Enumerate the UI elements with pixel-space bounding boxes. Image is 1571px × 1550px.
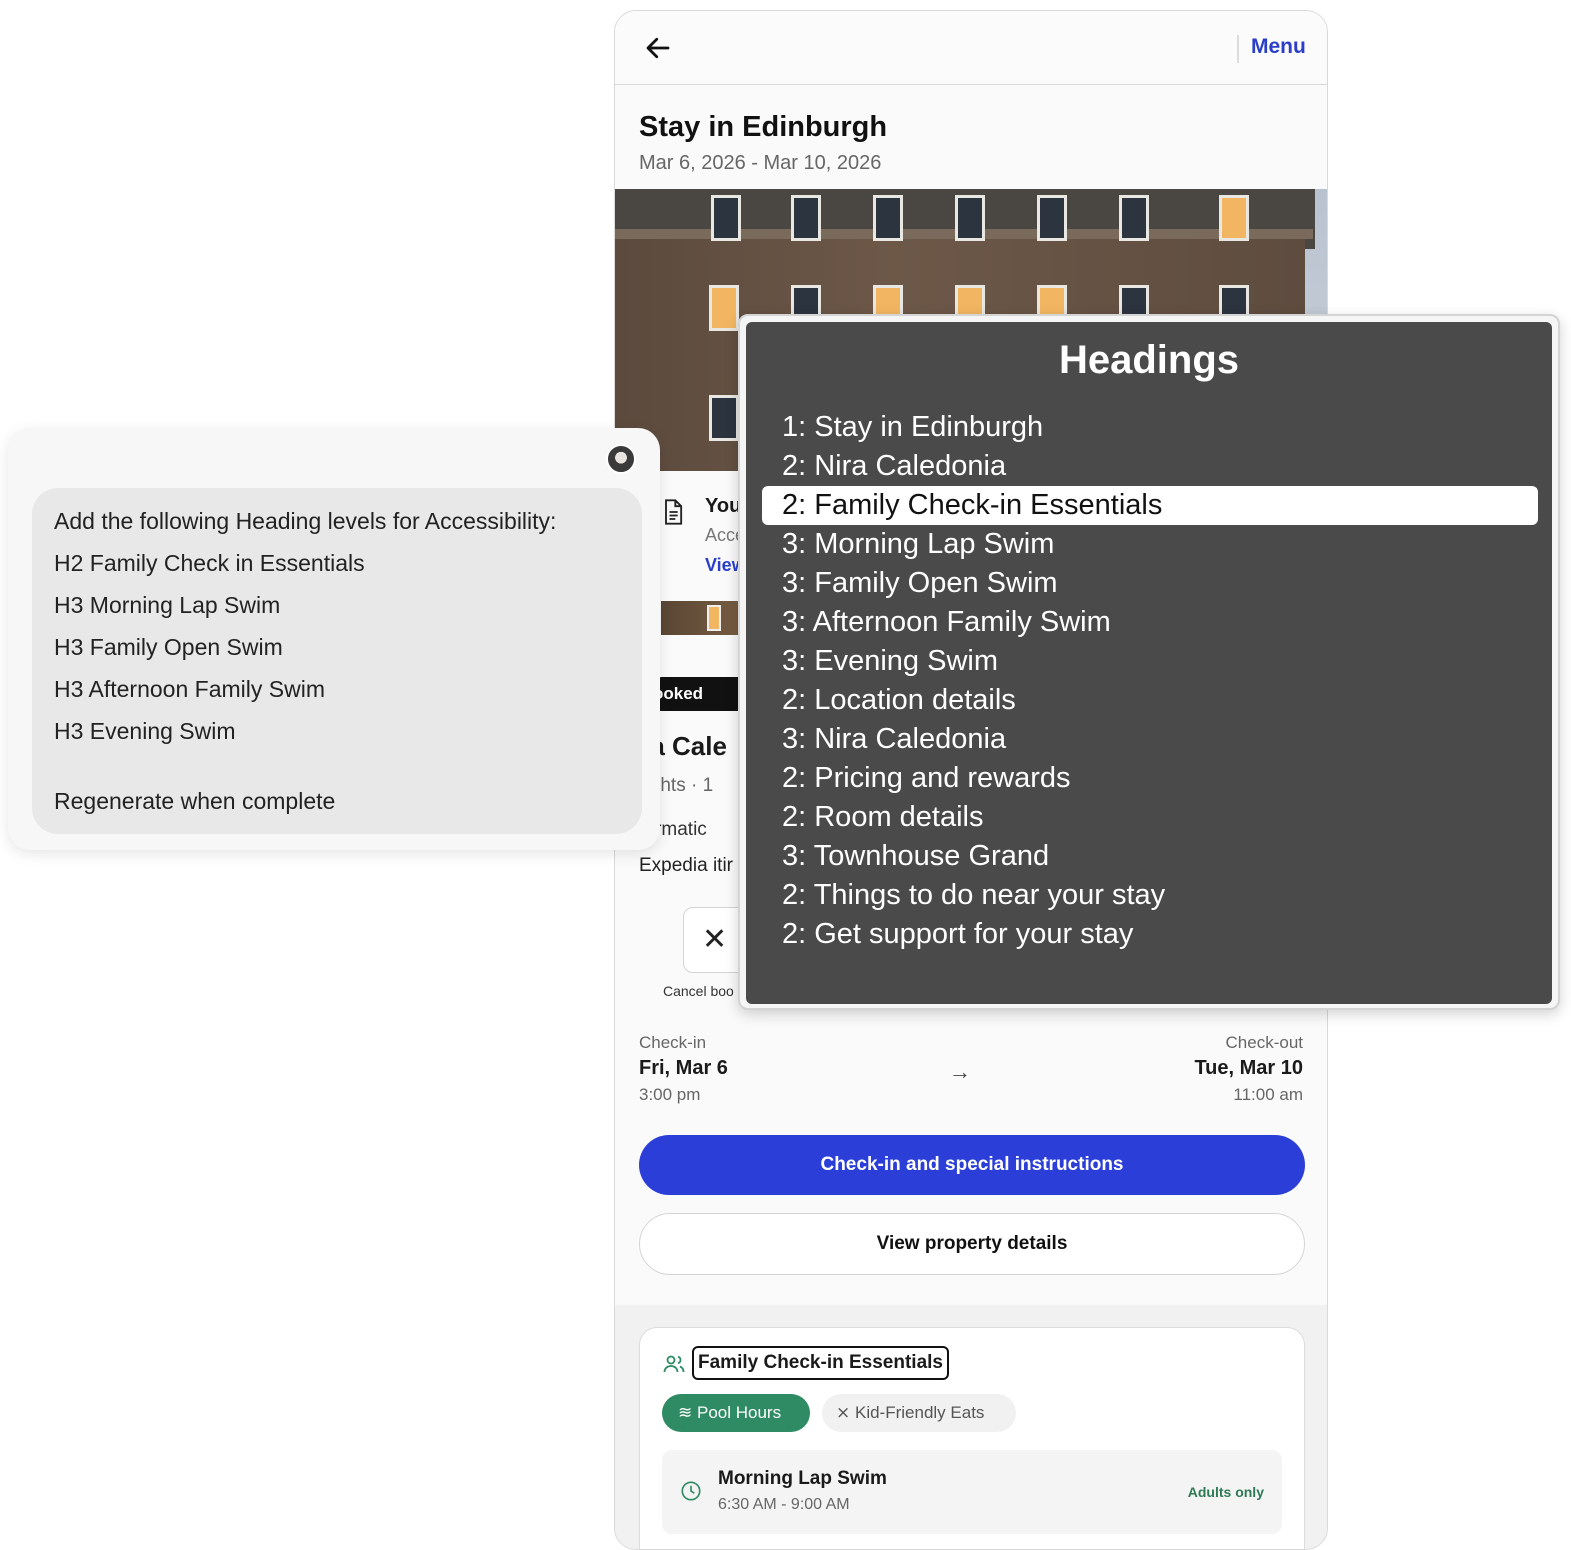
arrow-right-icon: → (949, 1059, 971, 1084)
swim-title: Morning Lap Swim (718, 1468, 887, 1489)
booking-info-title: You (705, 495, 742, 517)
chat-line: H2 Family Check in Essentials (54, 550, 365, 576)
chat-line: H3 Morning Lap Swim (54, 592, 281, 618)
view-property-details-button[interactable]: View property details (639, 1213, 1305, 1275)
rotor-item[interactable]: 3: Family Open Swim (762, 564, 1538, 603)
rotor-item-selected[interactable]: 2: Family Check-in Essentials (762, 486, 1538, 525)
checkout-date: Tue, Mar 10 (1194, 1057, 1303, 1079)
menu-divider (1237, 35, 1239, 63)
rotor-item[interactable]: 2: Nira Caledonia (762, 447, 1538, 486)
adults-only-badge: Adults only (1187, 1484, 1264, 1500)
headings-rotor: Headings 1: Stay in Edinburgh 2: Nira Ca… (746, 322, 1552, 1004)
rotor-item[interactable]: 2: Get support for your stay (762, 915, 1538, 954)
back-arrow-icon[interactable] (643, 33, 673, 63)
rotor-item[interactable]: 2: Room details (762, 798, 1538, 837)
top-bar: Menu (615, 11, 1327, 85)
rotor-item[interactable]: 1: Stay in Edinburgh (762, 408, 1538, 447)
expedia-itinerary-label: Expedia itir (639, 855, 733, 876)
checkout-label: Check-out (1225, 1033, 1303, 1052)
morning-lap-swim-row: Morning Lap Swim 6:30 AM - 9:00 AM Adult… (662, 1450, 1282, 1534)
checkout-time: 11:00 am (1233, 1085, 1303, 1104)
chat-message-bubble: Add the following Heading levels for Acc… (32, 488, 642, 834)
clock-icon (681, 1481, 701, 1501)
rotor-item[interactable]: 2: Pricing and rewards (762, 759, 1538, 798)
pool-hours-tab[interactable]: ≋ Pool Hours (662, 1394, 810, 1432)
checkin-label: Check-in (639, 1033, 707, 1052)
rotor-item[interactable]: 2: Things to do near your stay (762, 876, 1538, 915)
kid-friendly-eats-label: Kid-Friendly Eats (854, 1403, 985, 1422)
kid-friendly-eats-tab[interactable]: ⨯ Kid-Friendly Eats (822, 1394, 1016, 1432)
family-checkin-heading: Family Check-in Essentials (692, 1346, 949, 1380)
rotor-item[interactable]: 2: Location details (762, 681, 1538, 720)
utensils-off-icon: ⨯ (836, 1403, 851, 1422)
pool-hours-label: Pool Hours (696, 1403, 782, 1422)
document-icon (665, 499, 683, 525)
avatar (606, 444, 636, 474)
rotor-item[interactable]: 3: Afternoon Family Swim (762, 603, 1538, 642)
chat-panel: Add the following Heading levels for Acc… (8, 428, 660, 850)
swim-time: 6:30 AM - 9:00 AM (718, 1496, 850, 1513)
rotor-item[interactable]: 3: Townhouse Grand (762, 837, 1538, 876)
chat-line: H3 Family Open Swim (54, 634, 283, 660)
chat-footer: Regenerate when complete (54, 788, 336, 814)
rotor-item[interactable]: 3: Nira Caledonia (762, 720, 1538, 759)
rotor-item[interactable]: 3: Morning Lap Swim (762, 525, 1538, 564)
cancel-booking-label: Cancel boo (663, 983, 734, 999)
headings-rotor-window: Headings 1: Stay in Edinburgh 2: Nira Ca… (738, 314, 1560, 1010)
menu-button[interactable]: Menu (1251, 35, 1306, 59)
chat-line: Add the following Heading levels for Acc… (54, 508, 557, 534)
chat-line: H3 Evening Swim (54, 718, 236, 744)
checkin-date: Fri, Mar 6 (639, 1057, 728, 1079)
chat-line: H3 Afternoon Family Swim (54, 676, 325, 702)
page-title: Stay in Edinburgh (639, 111, 888, 143)
checkin-time: 3:00 pm (639, 1085, 701, 1104)
people-icon (663, 1355, 685, 1373)
rotor-title: Headings (1058, 338, 1240, 382)
close-icon: ✕ (702, 923, 728, 956)
checkin-instructions-button[interactable]: Check-in and special instructions (639, 1135, 1305, 1195)
family-checkin-card: Family Check-in Essentials ≋ Pool Hours … (639, 1327, 1305, 1549)
stay-dates: Mar 6, 2026 - Mar 10, 2026 (639, 152, 882, 174)
waves-icon: ≋ (678, 1403, 693, 1422)
rotor-item[interactable]: 3: Evening Swim (762, 642, 1538, 681)
